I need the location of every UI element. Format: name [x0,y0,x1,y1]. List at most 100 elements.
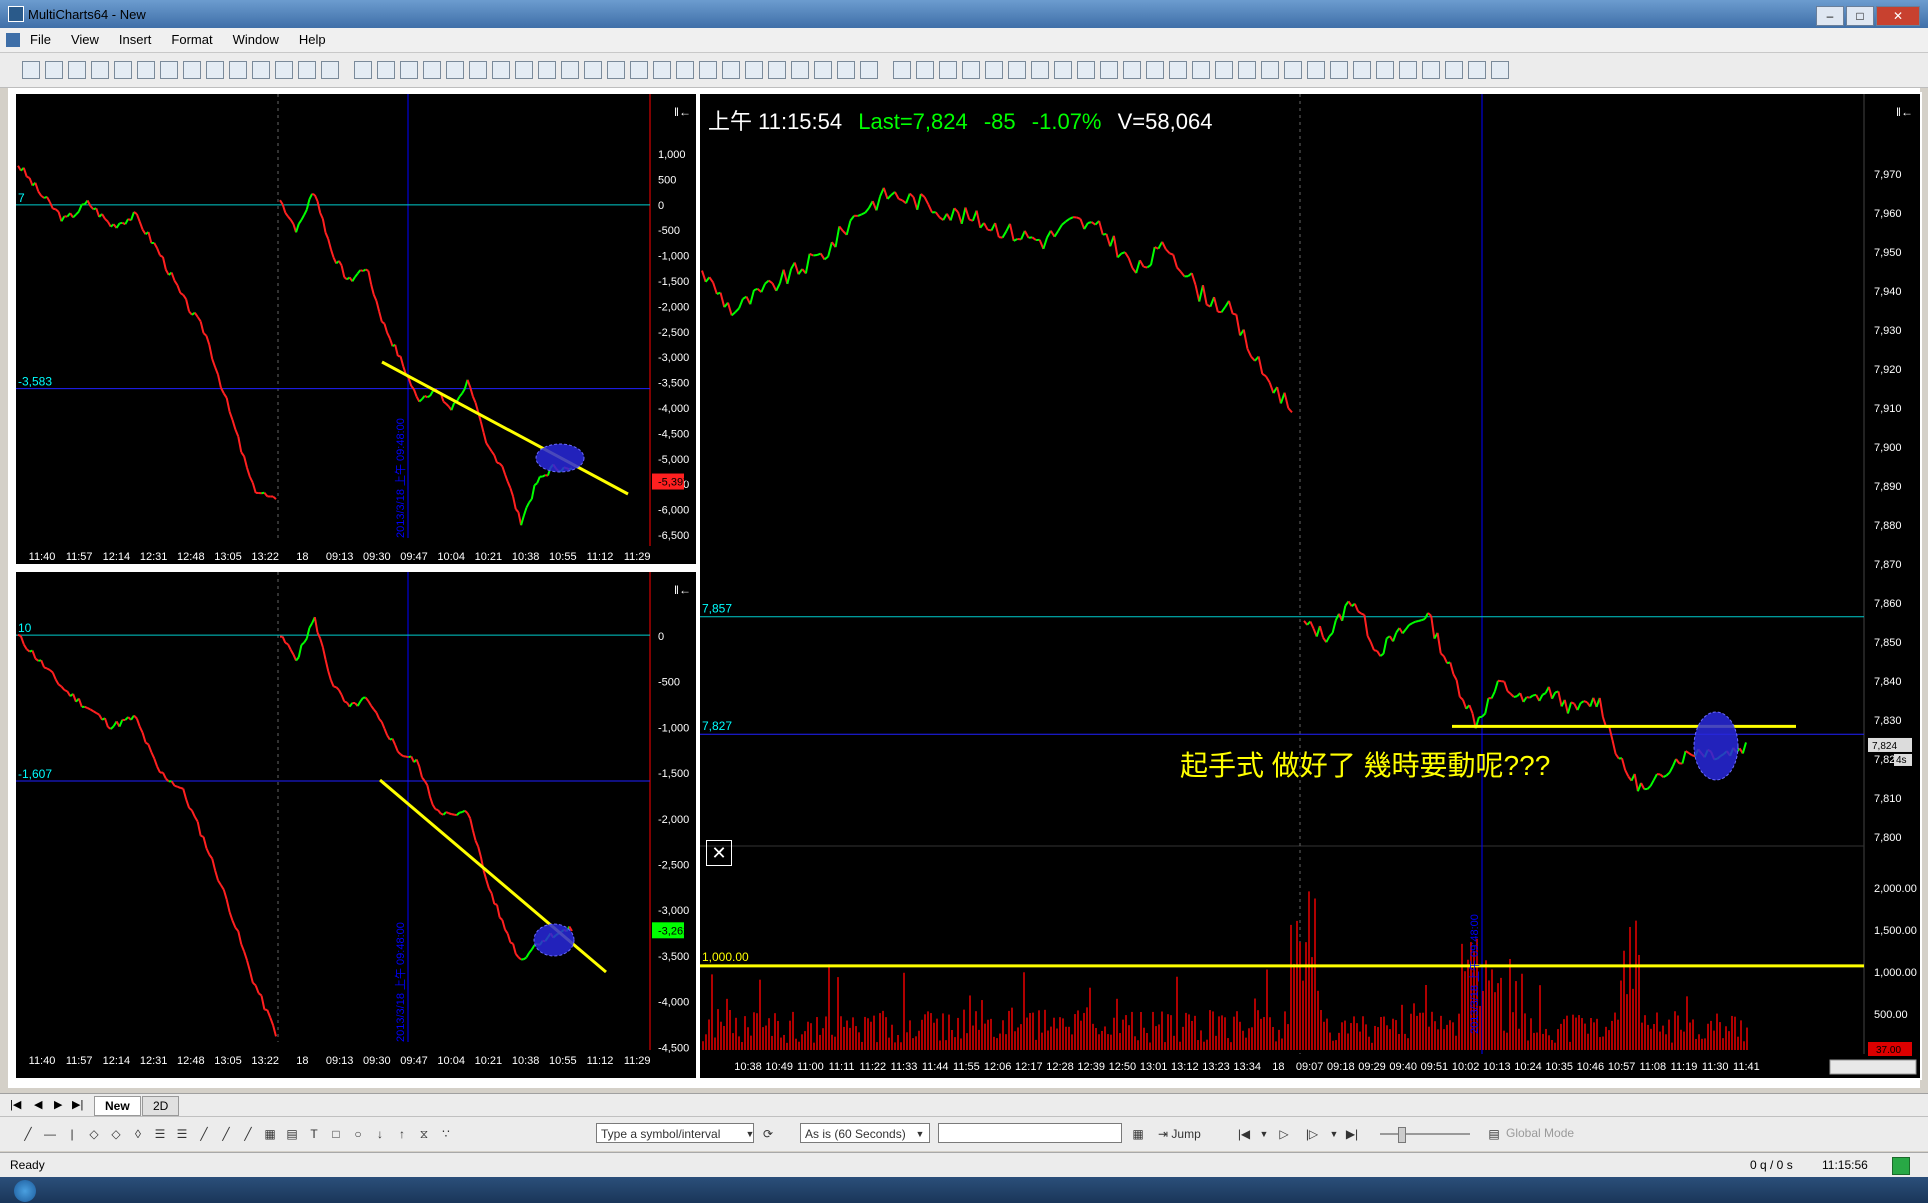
strategy-icon[interactable] [962,61,980,79]
chart-main[interactable]: ‖← 7,970 7,960 7,950 7,940 7,930 7,920 7,910 7,9… [698,92,1922,1080]
step-icon[interactable]: |▷ [1304,1126,1320,1142]
format-icon[interactable] [1376,61,1394,79]
global-mode-icon[interactable]: ▤ [1486,1126,1502,1142]
next-tab-icon[interactable]: ▶ [54,1098,62,1111]
speed-slider-thumb[interactable] [1398,1127,1406,1143]
refresh-icon[interactable]: ⟳ [760,1126,776,1142]
eraser-tool-icon[interactable]: ∵ [438,1126,454,1142]
bar-style-icon[interactable] [1031,61,1049,79]
prev-tab-icon[interactable]: ◀ [34,1098,42,1111]
magnet-tool-icon[interactable]: ⧖ [416,1126,432,1142]
chart-left-top[interactable]: ‖← 1,000 500 0 -500 -1,000 -1,500 -2,000 -2,500 -… [14,92,698,566]
speed-slider[interactable] [1380,1133,1470,1135]
drag-icon[interactable] [561,61,579,79]
order-entry-icon[interactable] [916,61,934,79]
symbol-input[interactable]: Type a symbol/interval [596,1123,754,1143]
dropdown-icon[interactable] [68,61,86,79]
chart-main-canvas[interactable]: ‖← 7,970 7,960 7,950 7,940 7,930 7,920 7,910 7,9… [700,94,1920,1078]
minimize-icon[interactable]: – [1816,6,1844,26]
symbol-dropdown-icon[interactable]: ▼ [742,1126,758,1142]
save-icon[interactable] [1307,61,1325,79]
start-icon[interactable] [14,1180,36,1202]
close-icon[interactable]: ✕ [1876,6,1920,26]
save-all-icon[interactable] [114,61,132,79]
insert-study-icon[interactable] [183,61,201,79]
chart-analysis-icon[interactable] [275,61,293,79]
chart-analysis-icon[interactable] [1491,61,1509,79]
print-icon[interactable] [1353,61,1371,79]
ellipse-tool-icon[interactable]: ○ [350,1126,366,1142]
new-workspace-icon[interactable] [22,61,40,79]
step-dropdown-icon[interactable]: ▼ [1326,1126,1342,1142]
new-workspace-icon[interactable] [630,61,648,79]
pitchfork-tool-icon[interactable]: ◊ [130,1126,146,1142]
alert-icon[interactable] [1192,61,1210,79]
menu-view[interactable]: View [61,28,109,52]
connection-status-icon[interactable] [1892,1157,1910,1175]
alert-icon[interactable] [584,61,602,79]
save-icon[interactable] [91,61,109,79]
insert-study-icon[interactable] [1399,61,1417,79]
volume-profile-icon[interactable] [492,61,510,79]
print-icon[interactable] [745,61,763,79]
last-tab-icon[interactable]: ▶| [72,1098,83,1111]
dom-icon[interactable] [252,61,270,79]
sheet-tab-new[interactable]: New [94,1096,141,1116]
horizontal-line-tool-icon[interactable]: — [42,1126,58,1142]
chart-left-bottom[interactable]: ‖← 0 -500 -1,000 -1,500 -2,000 -2,500 -3,000 -3,… [14,570,698,1080]
magnet-icon[interactable] [939,61,957,79]
chart-left-top-canvas[interactable]: ‖← 1,000 500 0 -500 -1,000 -1,500 -2,000 -2,500 -… [16,94,696,564]
regression-tool-icon[interactable]: ╱ [196,1126,212,1142]
date-field[interactable] [938,1123,1122,1143]
strategy-icon[interactable] [354,61,372,79]
maximize-icon[interactable]: □ [1846,6,1874,26]
grid-tool-icon[interactable]: ▦ [262,1126,278,1142]
order-entry-icon[interactable] [298,61,316,79]
menu-format[interactable]: Format [161,28,222,52]
dom-icon[interactable] [1468,61,1486,79]
candle-icon[interactable] [1054,61,1072,79]
line-icon[interactable] [1077,61,1095,79]
zoom-out-icon[interactable] [538,61,556,79]
crosshair-icon[interactable] [1008,61,1026,79]
zoom-out-icon[interactable] [1146,61,1164,79]
crosshair-icon[interactable] [400,61,418,79]
calendar-icon[interactable]: ▦ [1130,1126,1146,1142]
fibonacci-tool-icon[interactable]: ◇ [86,1126,102,1142]
mdi-icon[interactable] [6,33,20,47]
ray-tool-icon[interactable]: ╱ [240,1126,256,1142]
cursor-icon[interactable] [377,61,395,79]
close-subchart-icon[interactable]: ✕ [706,840,732,866]
sheet-tab-2d[interactable]: 2D [142,1096,180,1116]
menu-insert[interactable]: Insert [109,28,162,52]
open-icon[interactable] [45,61,63,79]
arrow-down-tool-icon[interactable]: ↓ [372,1126,388,1142]
insert-study-icon[interactable] [791,61,809,79]
interval-select[interactable]: As is (60 Seconds) [800,1123,930,1143]
interval-dropdown-icon[interactable]: ▼ [912,1126,928,1142]
volume-profile-icon[interactable] [1100,61,1118,79]
fib-ext-tool-icon[interactable]: ◇ [108,1126,124,1142]
trendline-tool-icon[interactable]: ╱ [20,1126,36,1142]
drag-icon[interactable] [1169,61,1187,79]
line-icon[interactable] [469,61,487,79]
candle-icon[interactable] [446,61,464,79]
dom-icon[interactable] [860,61,878,79]
andrews-tool-icon[interactable]: ╱ [218,1126,234,1142]
bar-style-icon[interactable] [423,61,441,79]
menu-file[interactable]: File [20,28,61,52]
open-icon[interactable] [1261,61,1279,79]
scroll-last-icon[interactable]: ▶| [1344,1126,1360,1142]
quote-icon[interactable] [206,61,224,79]
table-tool-icon[interactable]: ▤ [284,1126,300,1142]
zoom-in-icon[interactable] [515,61,533,79]
save-icon[interactable] [699,61,717,79]
menu-window[interactable]: Window [223,28,289,52]
quote-icon[interactable] [814,61,832,79]
save-all-icon[interactable] [722,61,740,79]
magnet-icon[interactable] [321,61,339,79]
scroll-first-icon[interactable]: |◀ [1236,1126,1252,1142]
new-workspace-icon[interactable] [1238,61,1256,79]
vertical-line-tool-icon[interactable]: | [64,1126,80,1142]
format-icon[interactable] [160,61,178,79]
